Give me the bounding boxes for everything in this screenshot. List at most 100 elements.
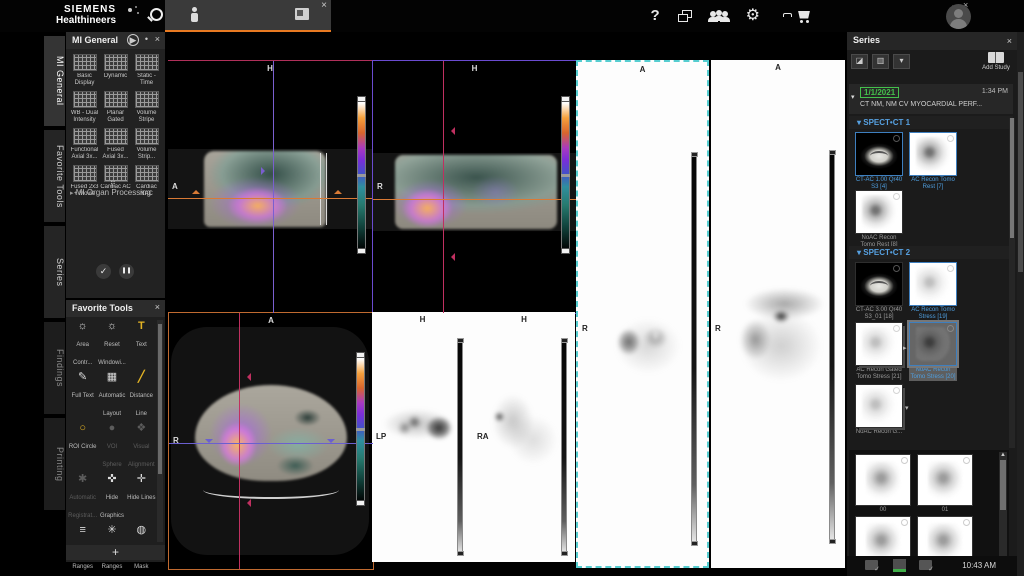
hot-colormap-bar[interactable] <box>357 99 366 251</box>
transfer-status-icon[interactable] <box>919 560 932 570</box>
thumbnail-caption: NoAC Recon Tomo Stress [20] <box>909 367 957 381</box>
crosshair-horizontal[interactable] <box>373 199 576 200</box>
tab-close-icon[interactable]: × <box>321 1 327 11</box>
series-thumbnail-noac-recon-stress[interactable]: NoAC Recon Tomo Stress [20] <box>909 322 957 381</box>
patient-search-icon[interactable] <box>146 8 162 24</box>
scroll-up-icon[interactable]: ▲ <box>999 452 1007 458</box>
sidebar-tab-mi-general[interactable]: MI General <box>44 36 65 126</box>
tool-automatic-layout[interactable]: ▦Automatic Layout <box>97 371 126 420</box>
viewport-tomo-selected[interactable]: A R <box>576 60 709 568</box>
crosshair-horizontal[interactable] <box>168 198 372 199</box>
crosshair-vertical[interactable] <box>239 313 240 569</box>
compare-icon[interactable]: ◪ <box>851 54 868 69</box>
gray-colormap-bar[interactable] <box>457 340 463 554</box>
tool-hide-graphics[interactable]: ✜Hide Graphics <box>97 473 126 522</box>
layout-windows-icon[interactable] <box>678 10 692 23</box>
series-thumbnail-noac-gated[interactable]: NoAC Recon G... <box>855 384 903 436</box>
crosshair-horizontal[interactable] <box>169 443 373 444</box>
favorite-tools-scrollbar[interactable] <box>157 320 163 542</box>
layout-functional-axial[interactable]: Functional Axial 3x... <box>69 128 100 161</box>
colormap-mid-handle[interactable] <box>561 174 570 177</box>
system-status-icon[interactable] <box>893 559 906 572</box>
series-thumbnail-ac-gated-stress[interactable]: AC Recon Gated Tomo Stress [21] <box>855 322 903 381</box>
shopping-cart-icon[interactable] <box>796 10 812 23</box>
colormap-mid-handle[interactable] <box>356 428 365 431</box>
series-thumbnail-ac-recon-rest[interactable]: AC Recon Tomo Rest [7] <box>909 132 957 191</box>
settings-gear-icon[interactable]: ⚙ <box>746 7 760 25</box>
layout-fused-axial[interactable]: Fused Axial 3x... <box>100 128 131 161</box>
hot-colormap-bar[interactable] <box>356 355 365 503</box>
sidebar-tab-favorite-tools[interactable]: Favorite Tools <box>44 130 65 222</box>
tool-area-contrast[interactable]: ☼Area Contr... <box>68 320 97 369</box>
user-avatar[interactable] <box>946 4 971 29</box>
collaboration-users-icon[interactable] <box>710 10 728 23</box>
tool-hide-lines[interactable]: ✛Hide Lines <box>127 473 156 522</box>
frame-thumbnail[interactable]: 00 <box>855 454 911 513</box>
viewport-sagittal-fused[interactable]: H A <box>168 60 372 314</box>
viewport-planar-ra[interactable]: H RA <box>473 312 575 562</box>
tool-automatic-registration[interactable]: ✱Automatic Registrat... <box>68 473 97 522</box>
series-thumbnail-noac-recon-rest[interactable]: NoAC Recon Tomo Rest [8] <box>855 190 903 249</box>
tool-roi-circle[interactable]: ○ROI Circle <box>68 422 97 471</box>
panel-close-icon[interactable]: × <box>155 34 160 44</box>
layout-volume-strip[interactable]: Volume Strip... <box>131 128 162 161</box>
tool-text[interactable]: TText <box>127 320 156 369</box>
gray-colormap-bar[interactable] <box>561 340 567 554</box>
printer-status-icon[interactable] <box>865 560 878 570</box>
pause-button[interactable]: ❚❚ <box>119 264 134 279</box>
hot-colormap-bar[interactable] <box>561 99 570 251</box>
series-thumbnail-ac-recon-stress[interactable]: AC Recon Tomo Stress [19] <box>909 262 957 321</box>
layout-wb-dual-intensity[interactable]: WB - Dual Intensity <box>69 91 100 124</box>
layout-dynamic[interactable]: Dynamic <box>100 54 131 87</box>
series-thumbnail-ct-ac-rest[interactable]: CT-AC 1.00 Qr40 S3 [4] <box>855 132 903 191</box>
sidebar-tab-findings[interactable]: Findings <box>44 322 65 414</box>
layout-grid-icon <box>135 128 159 145</box>
section-spect-ct-1[interactable]: ▾ SPECT•CT 1 <box>849 116 1013 129</box>
study-expander-icon[interactable]: ▾ <box>851 93 855 101</box>
sidebar-tab-series[interactable]: Series <box>44 226 65 318</box>
layout-static-time[interactable]: Static - Time <box>131 54 162 87</box>
mi-organ-processing-expander[interactable]: ▸ MI Organ Processing <box>70 188 151 197</box>
layout-volume-stripe[interactable]: Volume Stripe <box>131 91 162 124</box>
patient-workflow-tab[interactable]: × <box>165 0 331 32</box>
tool-full-text[interactable]: ✎Full Text <box>68 371 97 420</box>
more-layouts-icon[interactable]: ⠿ <box>110 180 120 188</box>
run-protocol-icon[interactable]: ▶ <box>127 34 139 46</box>
tool-reset-windowing[interactable]: ☼Reset Windowi... <box>97 320 126 369</box>
colormap-mid-handle[interactable] <box>357 174 366 177</box>
layout-basic-display[interactable]: Basic Display <box>69 54 100 87</box>
series-list-scrollbar[interactable] <box>1009 118 1015 448</box>
sidebar-tab-printing[interactable]: Printing <box>44 418 65 510</box>
viewport-tomo-right[interactable]: A R <box>711 60 845 568</box>
panel-close-icon[interactable]: × <box>1007 36 1012 46</box>
gated-expand-arrow-icon[interactable]: ▸ <box>903 344 907 352</box>
application-scrollbar[interactable] <box>1017 32 1024 576</box>
layout-planar-gated[interactable]: Planar Gated <box>100 91 131 124</box>
add-study-icon <box>988 52 1004 63</box>
tool-visual-alignment[interactable]: ❖Visual Alignment <box>127 422 156 471</box>
frame-thumbnail[interactable]: 01 <box>917 454 973 513</box>
help-icon[interactable]: ? <box>650 7 659 25</box>
viewport-coronal-fused[interactable]: H R <box>372 60 577 314</box>
tool-distance-line[interactable]: ╱Distance Line <box>127 371 156 420</box>
gray-colormap-bar[interactable] <box>691 154 697 544</box>
panel-title: Favorite Tools <box>72 303 133 313</box>
dropdown-arrow-icon[interactable]: ▾ <box>893 54 910 69</box>
study-header[interactable]: ▾ 1/1/2021 1:34 PM CT NM, NM CV MYOCARDI… <box>849 84 1013 114</box>
add-study-button[interactable]: Add Study <box>981 52 1011 71</box>
gated-expand-arrow-icon[interactable]: ▾ <box>905 404 909 412</box>
panel-close-icon[interactable]: × <box>155 302 160 312</box>
viewport-planar-lp[interactable]: H LP <box>372 312 474 562</box>
add-favorite-tool-button[interactable]: + <box>66 545 165 560</box>
confirm-check-button[interactable]: ✓ <box>96 264 111 279</box>
crosshair-vertical[interactable] <box>273 61 274 313</box>
thumbnail-caption: CT-AC 1.00 Qr40 S3 [4] <box>855 177 903 191</box>
crosshair-vertical[interactable] <box>443 61 444 313</box>
section-spect-ct-2[interactable]: ▾ SPECT•CT 2 <box>849 246 1013 259</box>
gray-colormap-bar[interactable] <box>829 152 835 542</box>
viewport-axial-fused[interactable]: A R <box>168 312 374 570</box>
series-thumbnail-ct-ac-stress[interactable]: CT-AC 3.00 Qr40 S3_01 [18] <box>855 262 903 321</box>
list-layout-icon[interactable]: ▥ <box>872 54 889 69</box>
tool-voi-sphere[interactable]: ●VOI Sphere <box>97 422 126 471</box>
panel-options-icon[interactable]: • <box>145 34 148 44</box>
